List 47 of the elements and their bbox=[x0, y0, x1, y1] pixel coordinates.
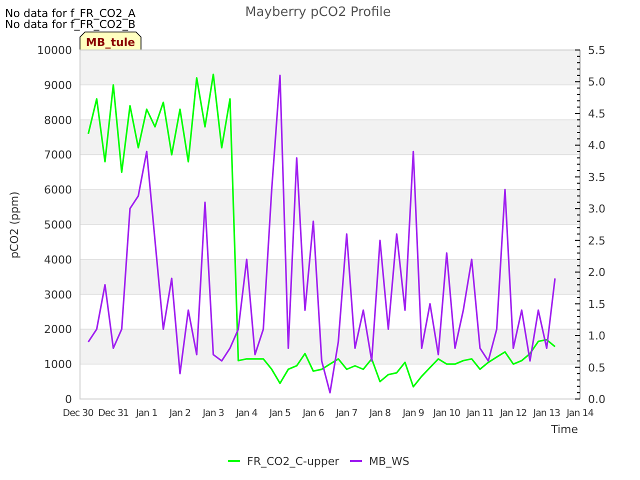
y-tick-label: 10000 bbox=[37, 44, 72, 57]
y2-tick-label: 3.0 bbox=[588, 202, 606, 216]
y-tick-label: 5000 bbox=[44, 218, 72, 232]
x-tick-label: Jan 3 bbox=[202, 408, 224, 419]
x-tick-label: Jan 8 bbox=[369, 408, 391, 419]
y2-tick-label: 5.0 bbox=[588, 76, 606, 89]
x-tick-label: Jan 5 bbox=[269, 408, 291, 419]
x-tick-label: Jan 1 bbox=[136, 408, 158, 419]
y-tick-label: 1000 bbox=[44, 358, 72, 372]
y2-tick-label: 4.5 bbox=[588, 107, 606, 120]
x-tick-label: Jan 11 bbox=[466, 408, 494, 419]
x-tick-label: Jan 12 bbox=[500, 408, 527, 419]
x-tick-label: Jan 13 bbox=[533, 408, 560, 419]
y-tick-label: 9000 bbox=[44, 78, 72, 92]
y2-tick-label: 3.5 bbox=[588, 170, 606, 184]
y2-tick-label: 2.5 bbox=[588, 234, 606, 248]
x-axis-label: Time bbox=[551, 423, 578, 436]
no-data-note: No data for f_FR_CO2_B bbox=[5, 18, 136, 31]
y-tick-label: 6000 bbox=[44, 184, 72, 197]
y2-tick-label: 0.0 bbox=[588, 393, 606, 406]
x-tick-label: Jan 4 bbox=[236, 408, 258, 419]
x-tick-label: Jan 2 bbox=[169, 408, 191, 419]
no-data-note: No data for f_FR_CO2_A bbox=[5, 7, 136, 20]
y-axis-label: pCO2 (ppm) bbox=[8, 191, 21, 259]
y-tick-label: 4000 bbox=[44, 253, 72, 266]
x-tick-label: Jan 14 bbox=[566, 408, 594, 419]
y-tick-label: 0 bbox=[65, 393, 72, 406]
legend-label: FR_CO2_C-upper bbox=[247, 455, 340, 468]
y2-tick-label: 4.0 bbox=[588, 139, 606, 152]
chart-title: Mayberry pCO2 Profile bbox=[245, 5, 391, 20]
x-tick-label: Jan 10 bbox=[433, 408, 460, 419]
x-tick-label: Dec 31 bbox=[98, 408, 129, 419]
legend-label: MB_WS bbox=[369, 455, 410, 468]
y-tick-label: 8000 bbox=[44, 114, 72, 127]
y-tick-label: 3000 bbox=[44, 288, 72, 302]
x-tick-label: Dec 30 bbox=[62, 408, 94, 419]
site-tag: MB_tule bbox=[80, 32, 142, 50]
x-tick-label: Jan 6 bbox=[302, 408, 324, 419]
x-tick-label: Jan 9 bbox=[402, 408, 424, 419]
y-tick-label: 2000 bbox=[44, 323, 72, 336]
y2-tick-label: 1.5 bbox=[588, 298, 606, 311]
y2-tick-label: 0.5 bbox=[588, 361, 606, 374]
y2-tick-label: 1.0 bbox=[588, 330, 606, 343]
y2-tick-label: 2.0 bbox=[588, 266, 606, 280]
y-tick-label: 7000 bbox=[44, 148, 72, 162]
y2-tick-label: 5.5 bbox=[588, 44, 606, 57]
x-tick-label: Jan 7 bbox=[336, 408, 358, 419]
